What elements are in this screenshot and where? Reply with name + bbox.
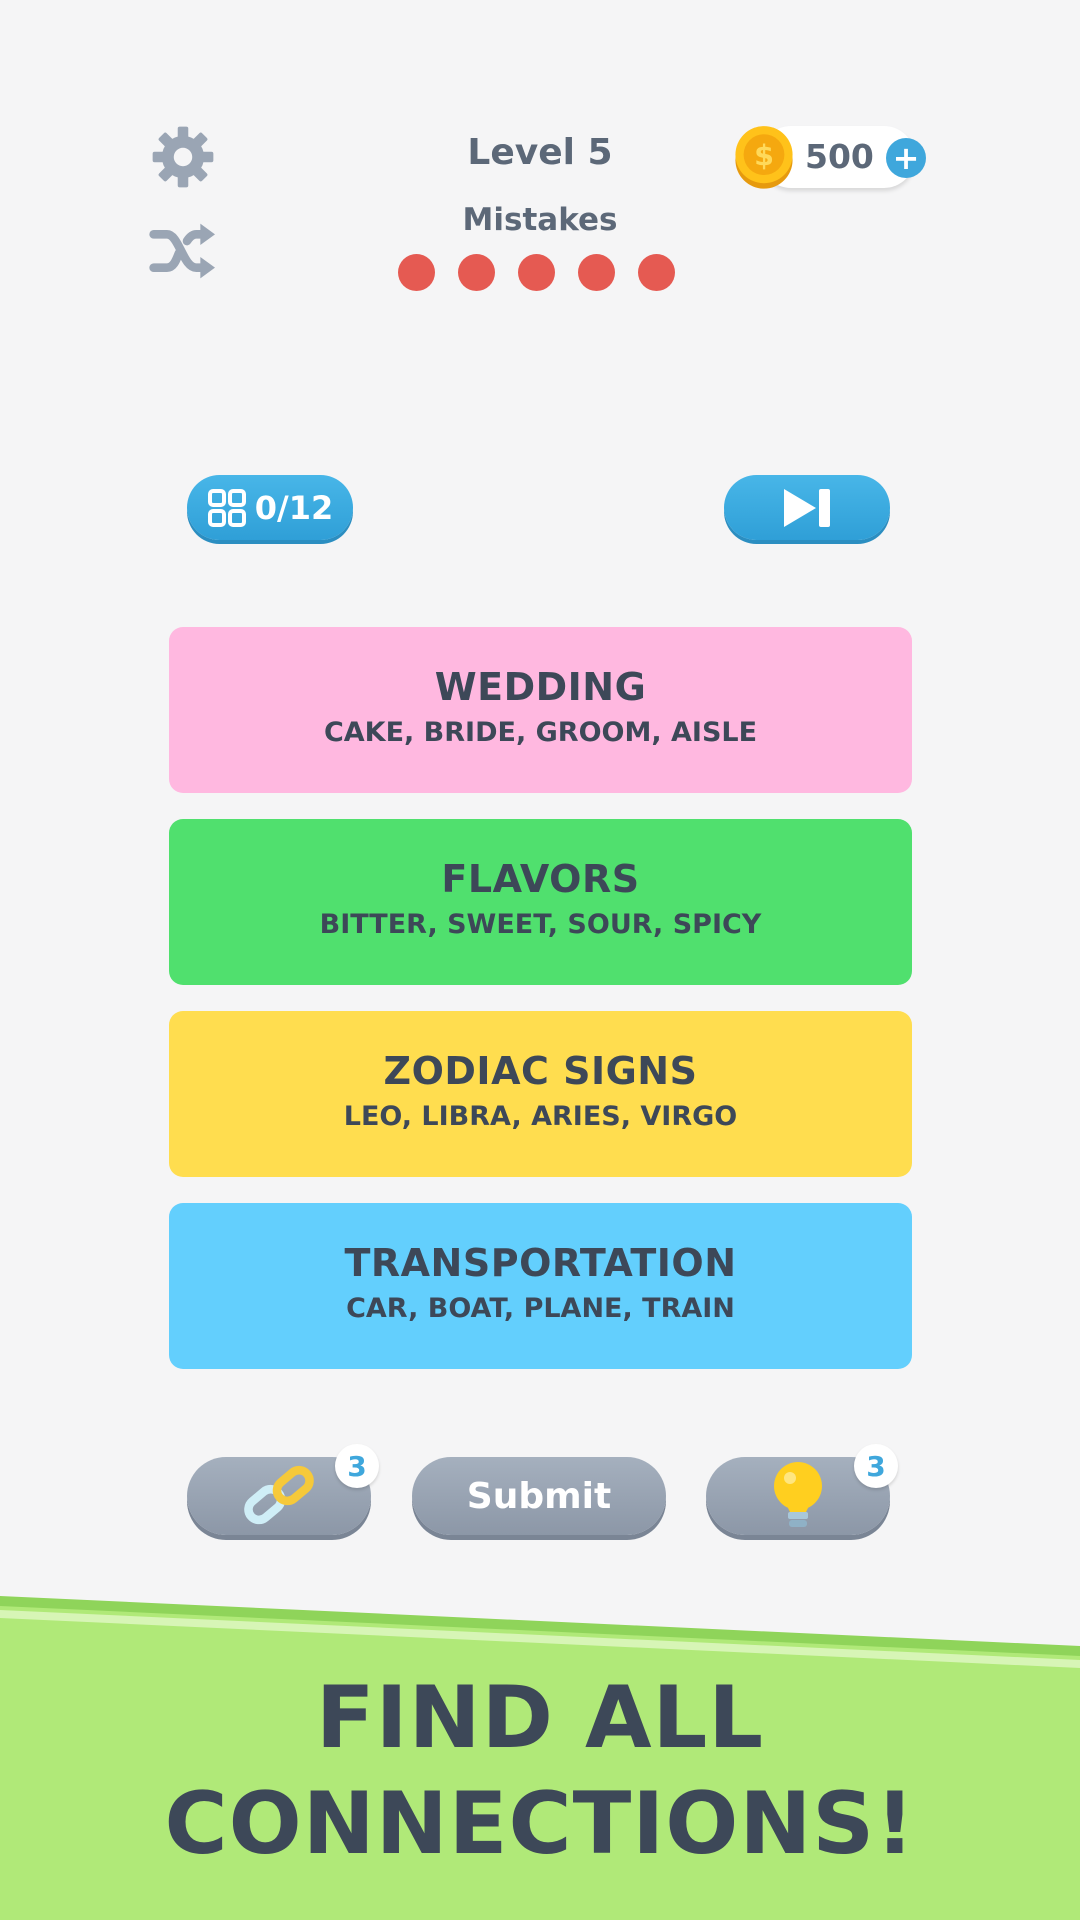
- promo-line-2: CONNECTIONS!: [164, 1774, 916, 1874]
- shuffle-button[interactable]: [148, 216, 218, 286]
- gear-icon: [152, 126, 214, 188]
- mistakes-indicator: [398, 254, 675, 291]
- category-title: ZODIAC SIGNS: [383, 1049, 698, 1093]
- hint-count-badge: 3: [854, 1444, 898, 1488]
- shuffle-icon: [149, 223, 215, 279]
- category-words: CAKE, BRIDE, GROOM, AISLE: [323, 717, 758, 748]
- mistakes-label: Mistakes: [462, 202, 618, 238]
- progress-counter[interactable]: 0/12: [187, 475, 353, 540]
- svg-text:$: $: [754, 138, 774, 172]
- category-words: CAR, BOAT, PLANE, TRAIN: [346, 1293, 735, 1324]
- settings-button[interactable]: [148, 122, 218, 192]
- mistake-dot: [458, 254, 495, 291]
- skip-level-button[interactable]: [724, 475, 890, 540]
- chain-link-icon: [244, 1465, 314, 1525]
- lightbulb-icon: [774, 1462, 822, 1527]
- link-hint-count-badge: 3: [335, 1444, 379, 1488]
- plus-icon: +: [892, 139, 920, 177]
- category-words: BITTER, SWEET, SOUR, SPICY: [319, 909, 762, 940]
- progress-count: 0/12: [254, 488, 334, 527]
- category-title: FLAVORS: [441, 857, 640, 901]
- promo-line-1: FIND ALL: [315, 1668, 765, 1768]
- submit-label: Submit: [466, 1475, 612, 1517]
- category-title: WEDDING: [434, 665, 647, 709]
- submit-button[interactable]: Submit: [412, 1457, 666, 1535]
- mistake-dot: [638, 254, 675, 291]
- category-card-wedding: WEDDING CAKE, BRIDE, GROOM, AISLE: [169, 627, 912, 793]
- level-title: Level 5: [467, 132, 613, 173]
- category-card-transportation: TRANSPORTATION CAR, BOAT, PLANE, TRAIN: [169, 1203, 912, 1369]
- skip-icon: [784, 488, 830, 527]
- category-words: LEO, LIBRA, ARIES, VIRGO: [343, 1101, 738, 1132]
- promo-banner-text: FIND ALL CONNECTIONS!: [0, 1665, 1080, 1877]
- mistake-dot: [578, 254, 615, 291]
- category-title: TRANSPORTATION: [344, 1241, 737, 1285]
- category-card-flavors: FLAVORS BITTER, SWEET, SOUR, SPICY: [169, 819, 912, 985]
- add-coins-button[interactable]: +: [886, 138, 926, 178]
- category-card-zodiac-signs: ZODIAC SIGNS LEO, LIBRA, ARIES, VIRGO: [169, 1011, 912, 1177]
- mistake-dot: [398, 254, 435, 291]
- coin-icon: $: [735, 126, 793, 189]
- mistake-dot: [518, 254, 555, 291]
- coin-count: 500: [805, 137, 874, 176]
- grid-icon: [207, 488, 246, 527]
